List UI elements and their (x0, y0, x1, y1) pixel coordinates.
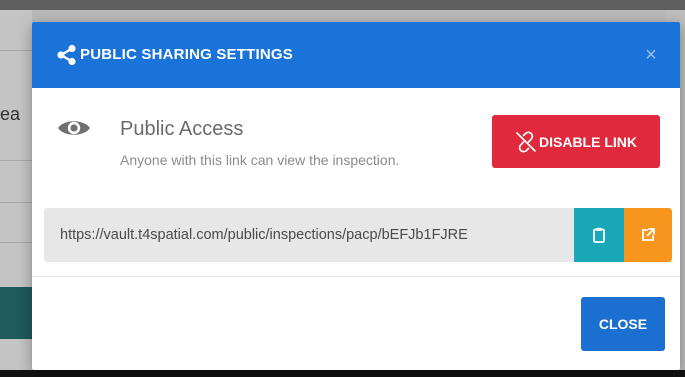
clipboard-icon (593, 227, 605, 243)
modal-header: PUBLIC SHARING SETTINGS × (32, 22, 680, 88)
share-link-field[interactable] (44, 208, 574, 262)
public-access-description: Anyone with this link can view the inspe… (120, 152, 400, 168)
close-button[interactable]: CLOSE (581, 297, 665, 351)
modal-title: PUBLIC SHARING SETTINGS (80, 46, 293, 63)
background-top-bar (0, 0, 685, 10)
background-teal-block (0, 287, 32, 339)
background-divider (0, 50, 32, 51)
broken-link-icon (516, 130, 536, 153)
background-partial-text: ea (0, 104, 21, 124)
copy-link-button[interactable] (574, 208, 624, 262)
footer-divider (32, 276, 680, 277)
disable-link-label: DISABLE LINK (539, 133, 637, 150)
share-icon (57, 44, 76, 66)
background-divider (0, 202, 32, 203)
disable-link-button[interactable]: DISABLE LINK (492, 115, 660, 168)
background-divider (0, 160, 32, 161)
open-link-button[interactable] (624, 208, 672, 262)
eye-icon (58, 121, 90, 135)
public-sharing-modal: PUBLIC SHARING SETTINGS × Public Access … (32, 22, 680, 370)
close-icon[interactable]: × (640, 44, 662, 66)
public-access-title: Public Access (120, 118, 244, 140)
background-divider (0, 242, 32, 243)
background-bottom-bar (0, 370, 685, 377)
external-link-icon (642, 228, 655, 241)
share-link-row (44, 208, 672, 262)
